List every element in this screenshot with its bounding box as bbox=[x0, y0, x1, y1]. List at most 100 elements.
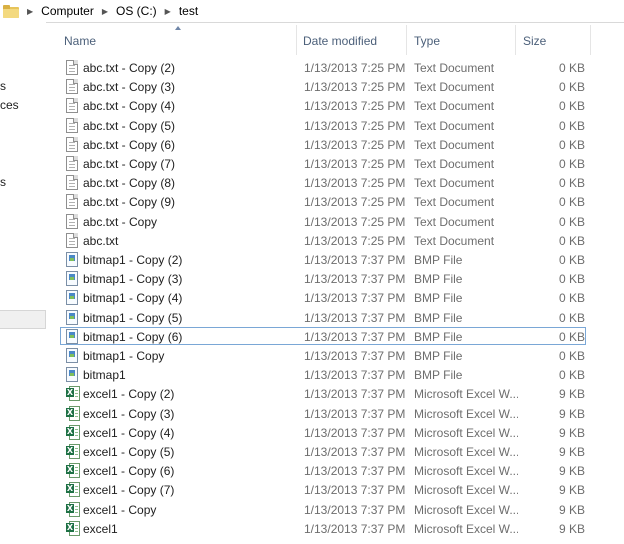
file-type: Text Document bbox=[414, 157, 495, 171]
file-size: 0 KB bbox=[558, 291, 585, 306]
file-date-modified: 1/13/2013 7:37 PM bbox=[304, 368, 406, 383]
text-file-icon bbox=[66, 194, 78, 210]
file-size: 9 KB bbox=[558, 387, 585, 402]
file-date-modified: 1/13/2013 7:37 PM bbox=[304, 521, 406, 536]
file-row[interactable]: bitmap1 - Copy (4) 1/13/2013 7:37 PM BMP F… bbox=[60, 288, 586, 306]
excel-file-icon: X bbox=[66, 501, 80, 517]
nav-item[interactable]: s bbox=[0, 79, 6, 93]
column-header-date-modified[interactable]: Date modified bbox=[303, 34, 377, 48]
file-type: Text Document bbox=[414, 233, 495, 248]
file-row-selected[interactable]: bitmap1 - Copy (6) 1/13/2013 7:37 PM BMP F… bbox=[60, 326, 586, 345]
nav-item-selected[interactable] bbox=[0, 310, 46, 329]
file-size: 0 KB bbox=[558, 253, 585, 267]
file-row[interactable]: abc.txt 1/13/2013 7:25 PM Text Document 0 K… bbox=[60, 231, 586, 249]
file-row[interactable]: abc.txt - Copy (7) 1/13/2013 7:25 PM Text … bbox=[60, 154, 586, 172]
file-size: 0 KB bbox=[558, 99, 585, 114]
file-row[interactable]: Xexcel1 - Copy (2) 1/13/2013 7:37 PM Micro… bbox=[60, 384, 586, 402]
file-row[interactable]: bitmap1 - Copy 1/13/2013 7:37 PM BMP File 0… bbox=[60, 346, 586, 364]
file-date-modified: 1/13/2013 7:25 PM bbox=[304, 137, 406, 152]
file-row[interactable]: abc.txt - Copy (4) 1/13/2013 7:25 PM Text … bbox=[60, 96, 586, 114]
file-date-modified: 1/13/2013 7:37 PM bbox=[304, 502, 406, 517]
file-date-modified: 1/13/2013 7:25 PM bbox=[304, 195, 406, 210]
text-file-icon bbox=[66, 156, 78, 171]
file-row[interactable]: bitmap1 - Copy (5) 1/13/2013 7:37 PM BMP F… bbox=[60, 308, 586, 326]
file-size: 0 KB bbox=[558, 80, 585, 95]
file-name: abc.txt - Copy (4) bbox=[83, 99, 176, 114]
file-row[interactable]: Xexcel1 - Copy (7) 1/13/2013 7:37 PM Micro… bbox=[60, 480, 586, 498]
file-row[interactable]: Xexcel1 - Copy (6) 1/13/2013 7:37 PM Micro… bbox=[60, 461, 586, 479]
file-row[interactable]: Xexcel1 - Copy (5) 1/13/2013 7:37 PM Micro… bbox=[60, 442, 586, 460]
column-header-size[interactable]: Size bbox=[523, 34, 546, 48]
file-size: 0 KB bbox=[558, 214, 585, 229]
file-size: 0 KB bbox=[558, 349, 585, 363]
sort-ascending-icon bbox=[175, 26, 181, 30]
bitmap-file-icon bbox=[66, 328, 78, 344]
column-divider[interactable] bbox=[296, 25, 297, 55]
breadcrumb-drive[interactable]: OS (C:) bbox=[116, 4, 157, 18]
file-row[interactable]: bitmap1 - Copy (3) 1/13/2013 7:37 PM BMP F… bbox=[60, 269, 586, 287]
address-bar[interactable]: ▶ Computer ▶ OS (C:) ▶ test bbox=[0, 0, 624, 23]
file-date-modified: 1/13/2013 7:37 PM bbox=[304, 310, 406, 325]
file-date-modified: 1/13/2013 7:37 PM bbox=[304, 387, 406, 402]
file-size: 0 KB bbox=[558, 272, 585, 287]
file-type: BMP File bbox=[414, 253, 463, 267]
column-header-name[interactable]: Name bbox=[64, 34, 96, 48]
file-row[interactable]: abc.txt - Copy (6) 1/13/2013 7:25 PM Text … bbox=[60, 135, 586, 153]
column-divider[interactable] bbox=[515, 25, 516, 55]
file-name: bitmap1 - Copy (5) bbox=[83, 310, 183, 325]
file-type: BMP File bbox=[414, 291, 463, 306]
breadcrumb-computer[interactable]: Computer bbox=[41, 4, 94, 18]
file-row[interactable]: abc.txt - Copy (5) 1/13/2013 7:25 PM Text … bbox=[60, 116, 586, 134]
bitmap-file-icon bbox=[66, 367, 78, 383]
file-row[interactable]: Xexcel1 - Copy (4) 1/13/2013 7:37 PM Micro… bbox=[60, 423, 586, 441]
breadcrumb-folder[interactable]: test bbox=[179, 4, 198, 18]
nav-item[interactable]: s bbox=[0, 175, 6, 189]
file-date-modified: 1/13/2013 7:37 PM bbox=[304, 406, 406, 421]
nav-item[interactable]: ces bbox=[0, 98, 19, 112]
file-date-modified: 1/13/2013 7:37 PM bbox=[304, 329, 406, 344]
file-type: Microsoft Excel W... bbox=[414, 445, 518, 459]
column-divider[interactable] bbox=[406, 25, 407, 55]
file-size: 0 KB bbox=[558, 233, 585, 248]
file-row[interactable]: abc.txt - Copy (8) 1/13/2013 7:25 PM Text … bbox=[60, 173, 586, 191]
file-name: abc.txt - Copy bbox=[83, 214, 158, 229]
file-size: 9 KB bbox=[558, 483, 585, 498]
excel-file-icon: X bbox=[66, 424, 80, 440]
file-type: Microsoft Excel W... bbox=[414, 425, 518, 440]
chevron-right-icon[interactable]: ▶ bbox=[27, 7, 33, 16]
file-name: excel1 - Copy (3) bbox=[83, 406, 175, 421]
file-type: BMP File bbox=[414, 349, 463, 363]
text-file-icon bbox=[66, 98, 78, 114]
file-name: abc.txt - Copy (8) bbox=[83, 176, 176, 191]
file-size: 9 KB bbox=[558, 464, 585, 479]
file-row[interactable]: Xexcel1 1/13/2013 7:37 PM Microsoft Excel … bbox=[60, 519, 586, 537]
file-name: excel1 - Copy bbox=[83, 502, 157, 517]
file-size: 0 KB bbox=[558, 310, 585, 325]
file-size: 0 KB bbox=[558, 157, 585, 171]
file-row[interactable]: bitmap1 - Copy (2) 1/13/2013 7:37 PM BMP F… bbox=[60, 250, 586, 268]
file-name: abc.txt bbox=[83, 233, 119, 248]
file-type: Text Document bbox=[414, 61, 495, 75]
file-row[interactable]: Xexcel1 - Copy (3) 1/13/2013 7:37 PM Micro… bbox=[60, 404, 586, 422]
file-row[interactable]: abc.txt - Copy (9) 1/13/2013 7:25 PM Text … bbox=[60, 192, 586, 210]
file-row[interactable]: abc.txt - Copy (2) 1/13/2013 7:25 PM Text … bbox=[60, 58, 586, 76]
chevron-right-icon[interactable]: ▶ bbox=[102, 7, 108, 16]
text-file-icon bbox=[66, 60, 78, 75]
file-name: excel1 - Copy (5) bbox=[83, 445, 175, 459]
bitmap-file-icon bbox=[66, 348, 78, 363]
column-header-type[interactable]: Type bbox=[414, 34, 440, 48]
file-name: excel1 - Copy (6) bbox=[83, 464, 175, 479]
file-list[interactable]: Name Date modified Type Size abc.txt - C… bbox=[47, 22, 624, 544]
file-row[interactable]: abc.txt - Copy 1/13/2013 7:25 PM Text Docu… bbox=[60, 212, 586, 230]
file-row[interactable]: abc.txt - Copy (3) 1/13/2013 7:25 PM Text … bbox=[60, 77, 586, 95]
excel-file-icon: X bbox=[66, 482, 80, 498]
file-row[interactable]: Xexcel1 - Copy 1/13/2013 7:37 PM Microsoft… bbox=[60, 500, 586, 518]
file-size: 9 KB bbox=[558, 425, 585, 440]
column-divider[interactable] bbox=[590, 25, 591, 55]
file-type: BMP File bbox=[414, 368, 463, 383]
file-row[interactable]: bitmap1 1/13/2013 7:37 PM BMP File 0 KB bbox=[60, 365, 586, 383]
file-type: Microsoft Excel W... bbox=[414, 387, 518, 402]
excel-file-icon: X bbox=[66, 405, 80, 421]
chevron-right-icon[interactable]: ▶ bbox=[165, 7, 171, 16]
file-type: Text Document bbox=[414, 80, 495, 95]
